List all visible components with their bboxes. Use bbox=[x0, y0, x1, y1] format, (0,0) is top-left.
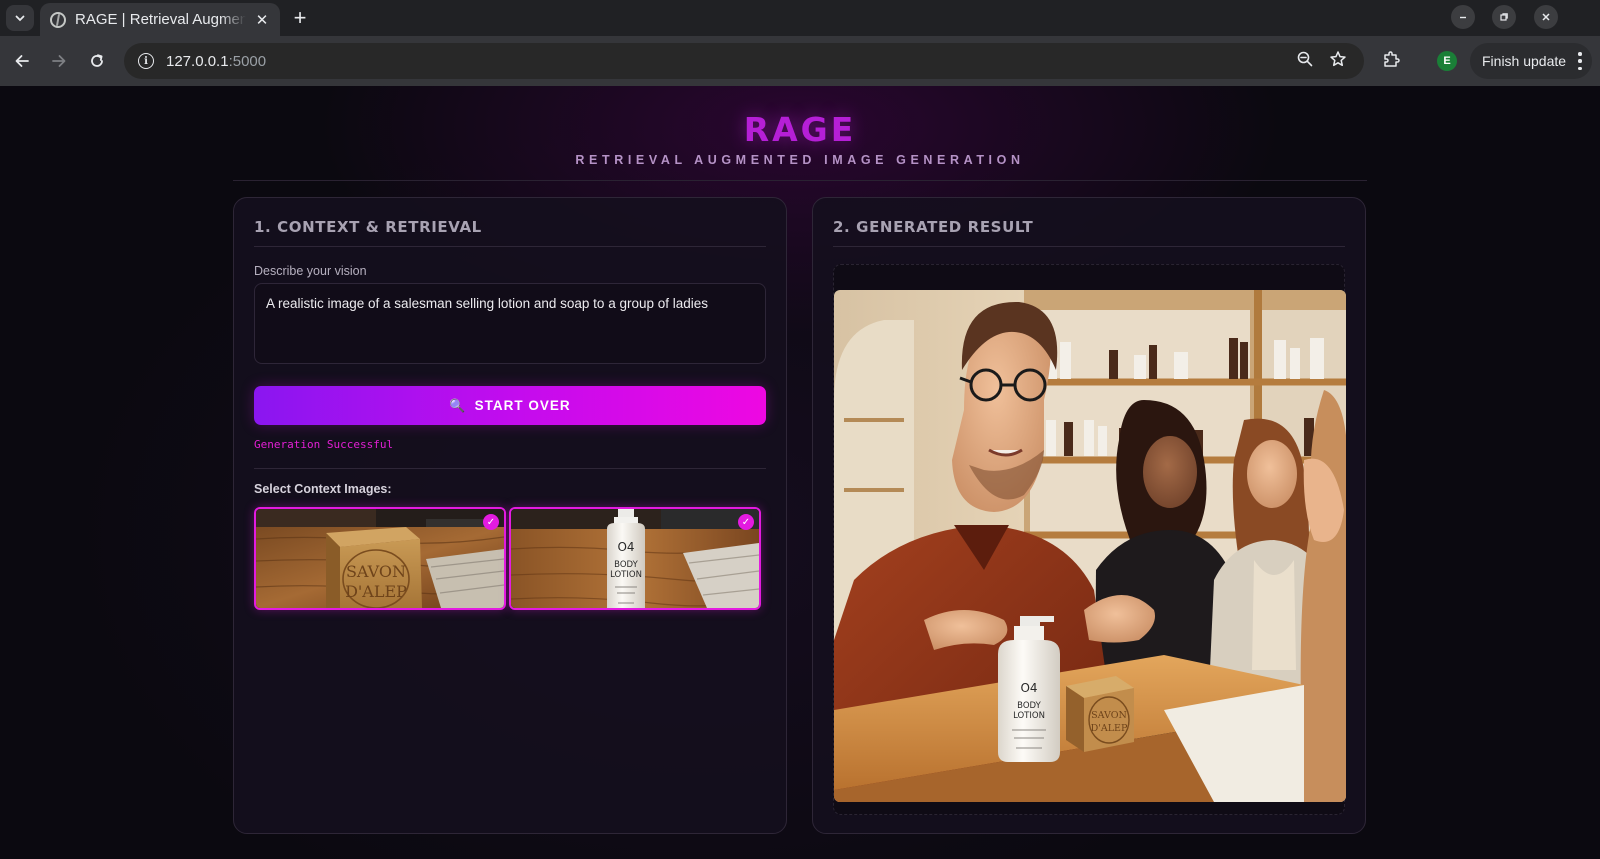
new-tab-button[interactable]: + bbox=[288, 6, 312, 30]
browser-tabbar: RAGE | Retrieval Augmented Image Generat… bbox=[0, 0, 1600, 36]
section-divider bbox=[254, 468, 766, 469]
result-soap-line1: SAVON bbox=[1091, 710, 1127, 721]
browser-toolbar: i 127.0.0.1:5000 E Finish update bbox=[0, 36, 1600, 86]
zoom-button[interactable] bbox=[1294, 48, 1316, 70]
search-icon: 🔍 bbox=[449, 397, 467, 413]
minimize-button[interactable] bbox=[1451, 5, 1475, 29]
context-image-lotion[interactable]: O4 BODY LOTION ✓ bbox=[509, 507, 761, 610]
soap-label-line1: SAVON bbox=[346, 562, 406, 581]
url-port: :5000 bbox=[228, 52, 267, 70]
tab-list-button[interactable] bbox=[6, 5, 34, 31]
browser-tab-active[interactable]: RAGE | Retrieval Augmented Image Generat… bbox=[40, 3, 280, 36]
result-frame: O4 BODY LOTION SAVON D'ALEP bbox=[833, 264, 1346, 815]
generated-image[interactable]: O4 BODY LOTION SAVON D'ALEP bbox=[834, 290, 1346, 802]
header-divider bbox=[233, 180, 1367, 181]
back-button[interactable] bbox=[10, 49, 34, 73]
panel-divider bbox=[833, 246, 1345, 247]
tab-title: RAGE | Retrieval Augmented Image Generat… bbox=[75, 11, 246, 28]
result-bottle-line1: O4 bbox=[1020, 681, 1037, 695]
status-message: Generation Successful bbox=[254, 438, 394, 451]
app-page: RAGE RETRIEVAL AUGMENTED IMAGE GENERATIO… bbox=[0, 86, 1600, 859]
puzzle-icon bbox=[1383, 50, 1400, 67]
prompt-label: Describe your vision bbox=[254, 264, 367, 278]
reload-icon bbox=[91, 54, 103, 67]
restore-button[interactable] bbox=[1492, 5, 1516, 29]
finish-update-label: Finish update bbox=[1482, 53, 1567, 69]
arrow-right-icon bbox=[52, 55, 66, 67]
soap-label-line2: D'ALEP bbox=[345, 582, 407, 601]
context-image-soap[interactable]: SAVON D'ALEP ✓ bbox=[254, 507, 506, 610]
result-bottle-line2: BODY bbox=[1017, 701, 1041, 711]
lotion-label-line1: O4 bbox=[617, 540, 634, 554]
profile-avatar[interactable]: E bbox=[1437, 51, 1457, 71]
result-panel-title: 2. GENERATED RESULT bbox=[833, 218, 1034, 236]
zoom-icon bbox=[1297, 51, 1313, 67]
finish-update-button[interactable]: Finish update bbox=[1470, 43, 1592, 79]
lotion-label-line3: LOTION bbox=[610, 570, 642, 580]
panel-divider bbox=[254, 246, 766, 247]
url-host: 127.0.0.1 bbox=[166, 52, 229, 70]
prompt-textarea[interactable]: A realistic image of a salesman selling … bbox=[254, 283, 766, 364]
select-context-label: Select Context Images: bbox=[254, 482, 392, 496]
bookmark-button[interactable] bbox=[1327, 48, 1349, 70]
lotion-image: O4 BODY LOTION bbox=[511, 509, 759, 608]
star-icon bbox=[1330, 51, 1346, 67]
minimize-icon bbox=[1460, 16, 1466, 19]
forward-button[interactable] bbox=[47, 49, 71, 73]
check-icon: ✓ bbox=[738, 514, 754, 530]
address-bar[interactable]: i 127.0.0.1:5000 bbox=[124, 43, 1364, 79]
close-icon bbox=[1542, 13, 1550, 21]
tab-close-button[interactable]: ✕ bbox=[252, 10, 272, 30]
close-window-button[interactable] bbox=[1534, 5, 1558, 29]
globe-icon bbox=[50, 11, 66, 28]
kebab-icon[interactable] bbox=[1578, 52, 1582, 70]
generated-scene: O4 BODY LOTION SAVON D'ALEP bbox=[834, 290, 1346, 802]
chevron-down-icon bbox=[15, 15, 25, 22]
extensions-button[interactable] bbox=[1380, 48, 1402, 70]
result-bottle-line3: LOTION bbox=[1013, 711, 1045, 721]
check-icon: ✓ bbox=[483, 514, 499, 530]
start-over-button[interactable]: 🔍 START OVER bbox=[254, 386, 766, 425]
soap-image: SAVON D'ALEP bbox=[256, 509, 504, 608]
result-panel: 2. GENERATED RESULT O4 BODY LOTION SAVON… bbox=[812, 197, 1366, 834]
app-title: RAGE bbox=[743, 110, 857, 149]
start-over-label: START OVER bbox=[474, 398, 571, 413]
reload-button[interactable] bbox=[85, 49, 109, 73]
context-panel: 1. CONTEXT & RETRIEVAL Describe your vis… bbox=[233, 197, 787, 834]
app-subtitle: RETRIEVAL AUGMENTED IMAGE GENERATION bbox=[575, 153, 1025, 167]
context-panel-title: 1. CONTEXT & RETRIEVAL bbox=[254, 218, 482, 236]
restore-icon bbox=[1500, 13, 1508, 21]
info-icon[interactable]: i bbox=[138, 53, 154, 69]
arrow-left-icon bbox=[15, 55, 29, 67]
brand-header: RAGE RETRIEVAL AUGMENTED IMAGE GENERATIO… bbox=[0, 110, 1600, 167]
lotion-label-line2: BODY bbox=[614, 560, 638, 570]
result-soap-line2: D'ALEP bbox=[1091, 723, 1128, 734]
